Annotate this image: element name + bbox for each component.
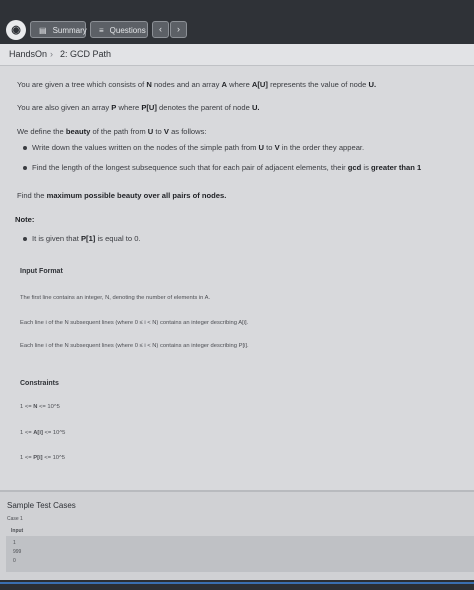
bullet-icon bbox=[23, 146, 27, 150]
problem-paragraph-2: You are also given an array P where P[U]… bbox=[17, 103, 260, 112]
constraint-p: 1 <= P[i] <= 10^5 bbox=[20, 455, 65, 461]
sample-input-line: 1 bbox=[13, 540, 16, 546]
top-toolbar: ◉ ▤ Summary ≡ Questions ‹ › bbox=[0, 0, 474, 44]
sample-input-line: 999 bbox=[13, 549, 22, 555]
case-label[interactable]: Case 1 bbox=[7, 516, 23, 522]
input-format-line-3: Each line i of the N subsequent lines (w… bbox=[20, 343, 249, 349]
task-statement: Find the maximum possible beauty over al… bbox=[17, 191, 227, 200]
chevron-right-icon: › bbox=[177, 24, 180, 34]
questions-button[interactable]: ≡ Questions bbox=[90, 21, 148, 38]
problem-paragraph-3: We define the beauty of the path from U … bbox=[17, 127, 207, 136]
problem-paragraph-1: You are given a tree which consists of N… bbox=[17, 80, 377, 89]
input-format-line-2: Each line i of the N subsequent lines (w… bbox=[20, 320, 249, 326]
list-icon: ≡ bbox=[99, 26, 104, 35]
constraint-n: 1 <= N <= 10^5 bbox=[20, 404, 60, 410]
summary-label: Summary bbox=[52, 26, 87, 35]
bullet-icon bbox=[23, 237, 27, 241]
note-title: Note: bbox=[15, 215, 35, 224]
next-question-button[interactable]: › bbox=[170, 21, 187, 38]
constraints-title: Constraints bbox=[20, 380, 59, 387]
breadcrumb-separator-icon: › bbox=[50, 49, 53, 59]
sample-input-box bbox=[6, 536, 474, 572]
summary-button[interactable]: ▤ Summary bbox=[30, 21, 87, 38]
sample-input-label: Input bbox=[11, 528, 24, 534]
sample-input-line: 0 bbox=[13, 558, 16, 564]
bottom-bar bbox=[0, 580, 474, 590]
breadcrumb: HandsOn › 2: GCD Path bbox=[0, 44, 474, 66]
chevron-left-icon: ‹ bbox=[159, 24, 162, 34]
input-format-title: Input Format bbox=[20, 268, 63, 275]
bullet-icon bbox=[23, 166, 27, 170]
beauty-rule-1: Write down the values written on the nod… bbox=[32, 143, 365, 152]
constraint-a: 1 <= A[i] <= 10^5 bbox=[20, 430, 66, 436]
sample-test-cases-title: Sample Test Cases bbox=[7, 501, 76, 510]
document-icon: ▤ bbox=[39, 26, 47, 35]
input-format-line-1: The first line contains an integer, N, d… bbox=[20, 295, 211, 301]
questions-label: Questions bbox=[109, 26, 146, 35]
breadcrumb-root[interactable]: HandsOn bbox=[9, 44, 47, 65]
note-text: It is given that P[1] is equal to 0. bbox=[32, 234, 141, 243]
app-logo-icon[interactable]: ◉ bbox=[6, 20, 26, 40]
bottom-accent-line bbox=[0, 582, 474, 584]
breadcrumb-current: 2: GCD Path bbox=[60, 49, 112, 59]
beauty-rule-2: Find the length of the longest subsequen… bbox=[32, 163, 422, 172]
previous-question-button[interactable]: ‹ bbox=[152, 21, 169, 38]
